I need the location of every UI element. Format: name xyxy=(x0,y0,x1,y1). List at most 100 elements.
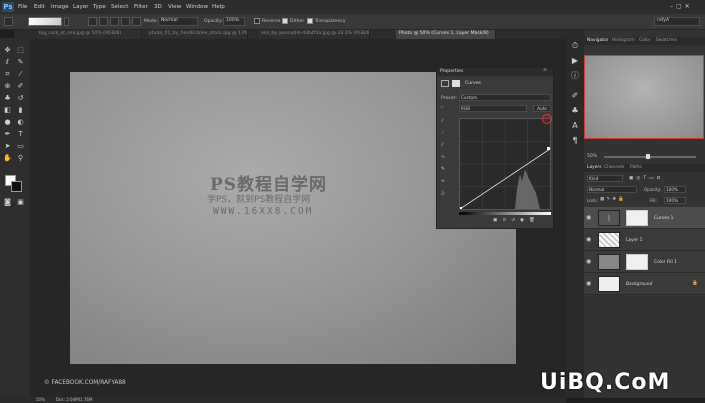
layers-opacity-field[interactable]: 100% xyxy=(664,186,686,193)
quick-mask-icon[interactable]: ◙ xyxy=(3,198,12,206)
pencil-draw-icon[interactable]: ✎ xyxy=(441,167,445,173)
eyedropper-icon[interactable]: ⁄ xyxy=(16,70,25,78)
tab-navigator[interactable]: Navigator xyxy=(587,38,608,43)
menu-window[interactable]: Window xyxy=(186,4,208,10)
blend-mode-select[interactable]: Normal xyxy=(587,186,637,193)
path-select-icon[interactable]: ➤ xyxy=(3,142,12,150)
window-controls[interactable]: –▢✕ xyxy=(670,3,700,11)
tab-channels[interactable]: Channels xyxy=(604,165,624,170)
edit-points-icon[interactable]: ∿ xyxy=(441,155,445,161)
screen-mode-icon[interactable]: ▣ xyxy=(16,198,25,206)
clone-stamp-icon[interactable]: ♣ xyxy=(3,94,12,102)
opacity-field[interactable]: 100% xyxy=(223,17,245,26)
transparency-checkbox[interactable] xyxy=(307,18,313,24)
menu-layer[interactable]: Layer xyxy=(73,4,89,10)
zoom-tool-icon[interactable]: ⚲ xyxy=(16,154,25,162)
menu-image[interactable]: Image xyxy=(51,4,69,10)
layer-row[interactable]: ◉ ⌇ Curves 1 xyxy=(584,207,705,229)
hand-tool-icon[interactable]: ✋ xyxy=(3,154,12,162)
visibility-eye-icon[interactable]: ◉ xyxy=(586,280,591,287)
tool-preset-picker[interactable] xyxy=(4,17,13,26)
menu-view[interactable]: View xyxy=(168,4,181,10)
radial-gradient-button[interactable] xyxy=(99,17,108,26)
reflected-gradient-button[interactable] xyxy=(121,17,130,26)
navigator-preview[interactable] xyxy=(584,55,704,139)
tab-layers[interactable]: Layers xyxy=(587,165,602,170)
eraser-tool-icon[interactable]: ◧ xyxy=(3,106,12,114)
lasso-tool-icon[interactable]: ℓ xyxy=(3,58,12,66)
reverse-checkbox[interactable] xyxy=(254,18,260,24)
white-point-eyedropper-icon[interactable]: ⁄ xyxy=(442,143,443,149)
tab-color[interactable]: Color xyxy=(639,38,650,43)
paragraph-icon[interactable]: ¶ xyxy=(570,137,580,145)
navigator-zoom[interactable]: 50% xyxy=(587,154,597,160)
crop-tool-icon[interactable]: ⌗ xyxy=(3,70,12,78)
zoom-slider[interactable] xyxy=(604,154,696,159)
type-tool-icon[interactable]: T xyxy=(16,130,25,138)
clone-source-icon[interactable]: ♣ xyxy=(570,107,580,115)
curves-graph[interactable] xyxy=(459,118,551,210)
auto-button[interactable]: Auto xyxy=(533,105,551,112)
shape-tool-icon[interactable]: ▭ xyxy=(16,142,25,150)
gradient-picker[interactable] xyxy=(28,17,62,26)
channel-select[interactable]: RGB xyxy=(459,105,527,112)
layer-row[interactable]: ◉ Layer 1 xyxy=(584,229,705,251)
on-image-adjust-icon[interactable]: ☞ xyxy=(440,106,444,112)
layer-row[interactable]: ◉ Background 🔒 xyxy=(584,273,705,295)
lock-icons[interactable]: ▦✎✥🔒 xyxy=(600,197,626,203)
menu-filter[interactable]: Filter xyxy=(134,4,148,10)
workspace-select[interactable]: rafyA xyxy=(654,17,700,26)
pen-tool-icon[interactable]: ✒ xyxy=(3,130,12,138)
quick-select-icon[interactable]: ✎ xyxy=(16,58,25,66)
mode-select[interactable]: Normal xyxy=(158,17,198,26)
history-brush-icon[interactable]: ↺ xyxy=(16,94,25,102)
panel-footer-icons[interactable]: ▣⊙↺◉🗑 xyxy=(493,218,540,224)
history-icon[interactable]: ⏱ xyxy=(570,42,580,50)
visibility-eye-icon[interactable]: ◉ xyxy=(586,236,591,243)
tab-histogram[interactable]: Histogram xyxy=(612,38,635,43)
linear-gradient-button[interactable] xyxy=(88,17,97,26)
gradient-tool-icon[interactable]: ▮ xyxy=(16,106,25,114)
layer-filter-select[interactable]: Kind xyxy=(587,175,623,182)
diamond-gradient-button[interactable] xyxy=(132,17,141,26)
zoom-slider-handle[interactable] xyxy=(646,154,650,159)
gradient-dropdown[interactable] xyxy=(64,17,69,26)
menu-help[interactable]: Help xyxy=(212,4,225,10)
visibility-eye-icon[interactable]: ◉ xyxy=(586,258,591,265)
properties-header[interactable]: Properties ≡ xyxy=(437,68,553,76)
tab-big-rock[interactable]: big_rock_at_sea.jpg @ 50% (RGB/8) xyxy=(36,30,142,39)
menu-file[interactable]: File xyxy=(18,4,27,10)
tab-paths[interactable]: Paths xyxy=(630,165,642,170)
layer-row[interactable]: ◉ Color Fill 1 xyxy=(584,251,705,273)
actions-play-icon[interactable]: ▶ xyxy=(570,57,580,65)
brush-presets-icon[interactable]: ✐ xyxy=(570,92,580,100)
angle-gradient-button[interactable] xyxy=(110,17,119,26)
tab-swatches[interactable]: Swatches xyxy=(656,38,677,43)
black-point-eyedropper-icon[interactable]: ⁄ xyxy=(442,119,443,125)
dodge-tool-icon[interactable]: ◐ xyxy=(16,118,25,126)
healing-brush-icon[interactable]: ⊕ xyxy=(3,82,12,90)
clipping-warning-icon[interactable]: △ xyxy=(441,191,445,197)
tab-photo-01[interactable]: photo_01_by_hendricklee_stock.jpg @ 13% … xyxy=(146,30,248,39)
tab-photo-active[interactable]: Photo @ 50% (Curves 1, Layer Mask/8) xyxy=(396,30,496,39)
dither-checkbox[interactable] xyxy=(282,18,288,24)
blur-tool-icon[interactable]: ● xyxy=(3,118,12,126)
menu-3d[interactable]: 3D xyxy=(154,4,162,10)
fill-field[interactable]: 100% xyxy=(664,197,686,204)
layer-mask-thumb[interactable] xyxy=(626,254,648,270)
gray-point-eyedropper-icon[interactable]: ⁄ xyxy=(442,131,443,137)
smooth-curve-icon[interactable]: ≈ xyxy=(441,179,445,185)
mask-icon[interactable] xyxy=(452,80,460,87)
visibility-eye-icon[interactable]: ◉ xyxy=(586,214,591,221)
menu-type[interactable]: Type xyxy=(93,4,106,10)
marquee-tool-icon[interactable]: ⬚ xyxy=(16,46,25,54)
tab-sea[interactable]: sea_by_bennyblo-d3b4f3a.jpg @ 33.3% (RGB… xyxy=(258,30,370,39)
preset-select[interactable]: Custom xyxy=(459,94,551,101)
move-tool-icon[interactable]: ✥ xyxy=(3,46,12,54)
status-zoom[interactable]: 50% xyxy=(36,398,45,402)
background-color-swatch[interactable] xyxy=(11,181,22,192)
menu-select[interactable]: Select xyxy=(111,4,128,10)
layer-mask-thumb[interactable] xyxy=(626,210,648,226)
layer-filter-icons[interactable]: ▣◎T▭⊡ xyxy=(629,176,663,182)
menu-edit[interactable]: Edit xyxy=(34,4,45,10)
